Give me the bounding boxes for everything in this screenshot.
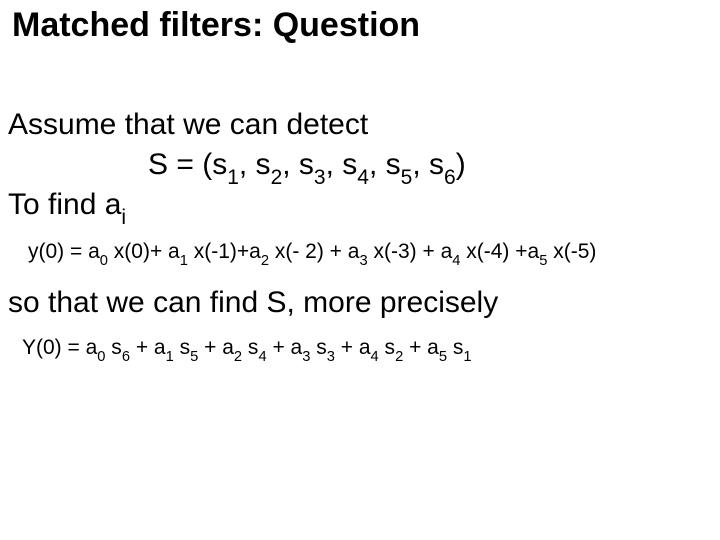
sub-1: 1: [227, 166, 239, 189]
assume-line: Assume that we can detect: [8, 108, 368, 142]
s-def-prefix: S = (s: [148, 148, 227, 181]
eq2-s5: 5: [190, 349, 198, 365]
sp-6: s: [421, 148, 444, 181]
s-definition: S = (s1, s2, s3, s4, s5, s6): [148, 148, 466, 187]
equation-y0: y(0) = a0 x(0)+ a1 x(-1)+a2 x(- 2) + a3 …: [28, 240, 596, 267]
eq2-s4: 4: [258, 349, 266, 365]
eq1-a4: 4: [452, 253, 460, 269]
slide: Matched filters: Question Assume that we…: [0, 0, 720, 540]
eq1-a3: 3: [359, 253, 367, 269]
eq2-p2: + a: [198, 336, 234, 359]
eq2-a1: 1: [166, 349, 174, 365]
eq1-t3: x(-3) + a: [368, 240, 453, 263]
eq2-p5: + a: [403, 336, 439, 359]
eq2-a5: 5: [439, 349, 447, 365]
eq2-t4: s: [379, 336, 395, 359]
slide-title: Matched filters: Question: [12, 6, 420, 45]
eq2-a0: 0: [97, 349, 105, 365]
eq1-t0: x(0)+ a: [108, 240, 180, 263]
eq2-p4: + a: [335, 336, 371, 359]
eq1-a2: 2: [261, 253, 269, 269]
sep-3: , s: [326, 148, 358, 181]
eq2-s1: 1: [463, 349, 471, 365]
eq2-s2: 2: [395, 349, 403, 365]
sep-2: , s: [282, 148, 314, 181]
sep-1: , s: [239, 148, 271, 181]
sub-5: 5: [401, 166, 413, 189]
eq2-p3: + a: [267, 336, 303, 359]
eq1-t4: x(-4) +a: [460, 240, 539, 263]
equation-Y0: Y(0) = a0 s6 + a1 s5 + a2 s4 + a3 s3 + a…: [22, 336, 472, 363]
sub-3: 3: [314, 166, 326, 189]
eq1-a0: 0: [100, 253, 108, 269]
eq2-a3: 3: [302, 349, 310, 365]
eq2-s3: 3: [327, 349, 335, 365]
eq2-a4: 4: [371, 349, 379, 365]
find-prefix: To find a: [8, 188, 121, 221]
eq2-s6: 6: [122, 349, 130, 365]
find-line: To find ai: [8, 188, 126, 227]
sub-2: 2: [271, 166, 283, 189]
sep-4: , s: [369, 148, 401, 181]
eq2-p1: + a: [130, 336, 166, 359]
sep-5: ,: [412, 148, 420, 181]
eq1-t5: x(-5): [547, 240, 596, 263]
eq2-lhs: Y(0) = a: [22, 336, 97, 359]
sub-4: 4: [357, 166, 369, 189]
find-sub: i: [121, 206, 126, 229]
eq1-a1: 1: [180, 253, 188, 269]
eq1-t1: x(-1)+a: [188, 240, 261, 263]
sub-6: 6: [444, 166, 456, 189]
eq2-t1: s: [174, 336, 190, 359]
eq2-t5: s: [447, 336, 463, 359]
eq2-t3: s: [310, 336, 326, 359]
eq1-lhs: y(0) = a: [28, 240, 100, 263]
s-def-suffix: ): [456, 148, 466, 181]
eq2-t0: s: [105, 336, 121, 359]
eq2-t2: s: [242, 336, 258, 359]
so-that-line: so that we can find S, more precisely: [8, 286, 498, 320]
eq2-a2: 2: [234, 349, 242, 365]
eq1-t2: x(- 2) + a: [269, 240, 359, 263]
eq1-a5: 5: [539, 253, 547, 269]
